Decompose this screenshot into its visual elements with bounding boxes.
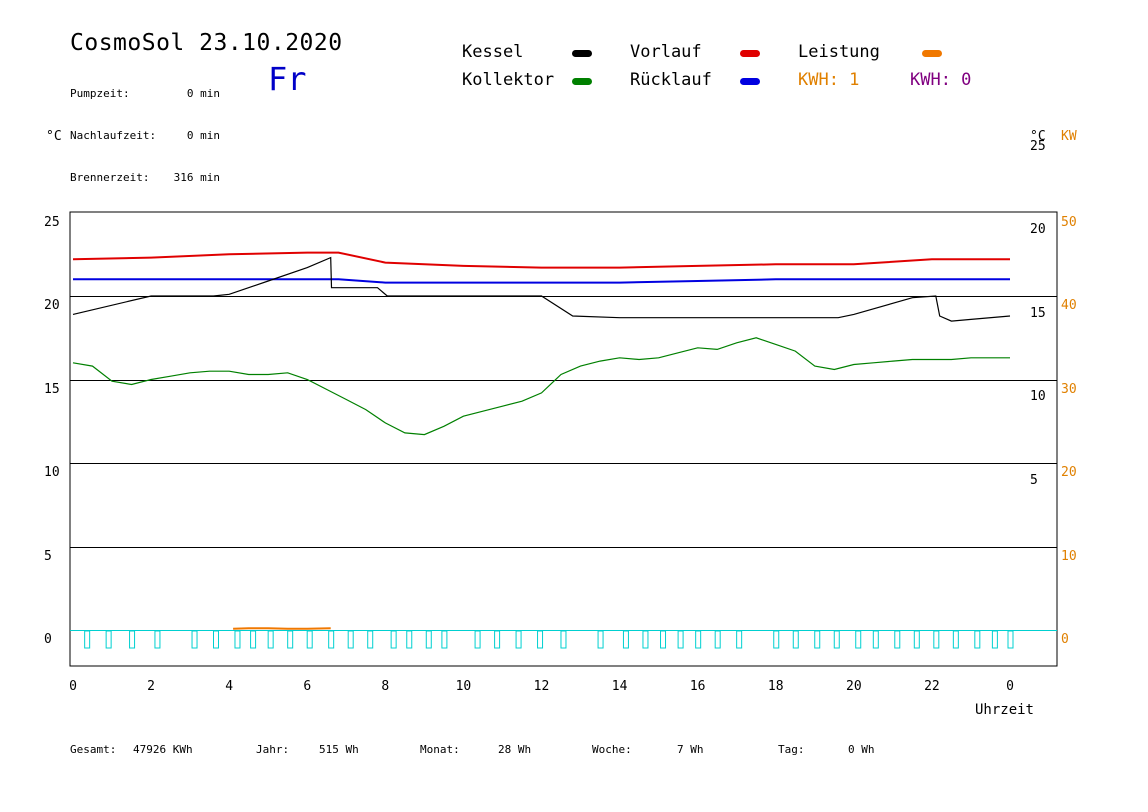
pump-pulse-6 <box>234 630 241 649</box>
pump-pulse-22 <box>560 630 567 649</box>
pump-pulse-4 <box>191 630 198 649</box>
pump-pulse-39 <box>933 630 940 649</box>
x-tick-10: 10 <box>456 679 472 694</box>
series-line-kollektor <box>72 337 1010 436</box>
pump-pulse-27 <box>677 630 684 649</box>
pump-pulse-26 <box>660 630 667 649</box>
pump-pulse-34 <box>833 630 840 649</box>
footer-woche-label: Woche: <box>592 743 632 756</box>
y-tick-left-20: 20 <box>44 298 60 313</box>
pump-pulse-24 <box>622 630 629 649</box>
x-tick-22: 22 <box>924 679 940 694</box>
pump-pulse-28 <box>695 630 702 649</box>
pump-pulse-31 <box>773 630 780 649</box>
y-tick-left-5: 5 <box>44 549 52 564</box>
pump-pulse-9 <box>287 630 294 649</box>
y-tick-right-c-20: 20 <box>1030 222 1046 237</box>
pump-pulse-3 <box>154 630 161 649</box>
pump-pulse-10 <box>306 630 313 649</box>
pump-pulse-41 <box>974 630 981 649</box>
series-line-vorlauf <box>72 251 1010 269</box>
footer-monat-value: 28 Wh <box>498 743 532 756</box>
pump-pulse-35 <box>855 630 862 649</box>
pump-pulse-25 <box>642 630 649 649</box>
y-tick-right-c-25: 25 <box>1030 139 1046 154</box>
footer-gesamt-label: Gesamt: <box>70 743 117 756</box>
temperature-chart: 0 5 10 15 20 25 5 10 15 20 25 0 10 20 30 40 50 0 2 4 6 8 10 12 1… <box>44 139 1077 718</box>
x-axis-label: Uhrzeit <box>975 702 1034 718</box>
pump-pulse-30 <box>736 630 743 649</box>
pump-pulse-5 <box>213 630 220 649</box>
pump-pulse-43 <box>1007 630 1014 649</box>
footer-jahr-value: 515 Wh <box>319 743 359 756</box>
pump-pulse-15 <box>406 630 413 649</box>
footer-woche-value: 7 Wh <box>677 743 704 756</box>
pump-pulse-33 <box>814 630 821 649</box>
pump-pulse-37 <box>894 630 901 649</box>
x-tick-14: 14 <box>612 679 628 694</box>
pump-pulse-20 <box>515 630 522 649</box>
pump-pulse-11 <box>328 630 335 649</box>
pump-pulse-12 <box>347 630 354 649</box>
footer-gesamt-value: 47926 KWh <box>133 743 193 756</box>
x-tick-4: 4 <box>225 679 233 694</box>
y-tick-right-kw-20: 20 <box>1061 465 1077 480</box>
y-tick-right-c-5: 5 <box>1030 473 1038 488</box>
pump-pulse-40 <box>952 630 959 649</box>
x-tick-6: 6 <box>303 679 311 694</box>
y-tick-right-c-10: 10 <box>1030 389 1046 404</box>
footer-jahr-label: Jahr: <box>256 743 290 756</box>
x-tick-8: 8 <box>381 679 389 694</box>
pump-pulse-7 <box>250 630 257 649</box>
footer-tag-value: 0 Wh <box>848 743 875 756</box>
x-tick-24: 0 <box>1006 679 1014 694</box>
y-tick-right-kw-40: 40 <box>1061 298 1077 313</box>
pump-pulse-2 <box>129 630 136 649</box>
y-tick-left-10: 10 <box>44 465 60 480</box>
pump-pulse-17 <box>441 630 448 649</box>
pump-pulse-21 <box>537 630 544 649</box>
pump-pulse-36 <box>872 630 879 649</box>
pump-pulse-8 <box>267 630 274 649</box>
series-line-rücklauf <box>73 278 1010 284</box>
pump-pulse-38 <box>913 630 920 649</box>
x-tick-0: 0 <box>69 679 77 694</box>
pump-pulse-13 <box>367 630 374 649</box>
pump-pulse-16 <box>425 630 432 649</box>
y-tick-left-15: 15 <box>44 382 60 397</box>
pump-pulse-42 <box>991 630 998 649</box>
y-tick-right-c-15: 15 <box>1030 306 1046 321</box>
y-tick-right-kw-10: 10 <box>1061 549 1077 564</box>
x-tick-2: 2 <box>147 679 155 694</box>
pump-pulse-0 <box>84 630 91 649</box>
y-tick-right-kw-30: 30 <box>1061 382 1077 397</box>
pump-pulse-23 <box>597 630 604 649</box>
x-tick-12: 12 <box>534 679 550 694</box>
y-tick-left-25: 25 <box>44 215 60 230</box>
pump-pulse-1 <box>105 630 112 649</box>
pump-pulse-18 <box>474 630 481 649</box>
y-tick-right-kw-0: 0 <box>1061 632 1069 647</box>
pump-pulse-14 <box>390 630 397 649</box>
x-tick-20: 20 <box>846 679 862 694</box>
x-tick-16: 16 <box>690 679 706 694</box>
pump-pulse-32 <box>792 630 799 649</box>
footer-tag-label: Tag: <box>778 743 805 756</box>
y-tick-right-kw-50: 50 <box>1061 215 1077 230</box>
pump-pulse-29 <box>714 630 721 649</box>
pump-pulse-19 <box>494 630 501 649</box>
x-tick-18: 18 <box>768 679 784 694</box>
footer-monat-label: Monat: <box>420 743 460 756</box>
y-tick-left-0: 0 <box>44 632 52 647</box>
